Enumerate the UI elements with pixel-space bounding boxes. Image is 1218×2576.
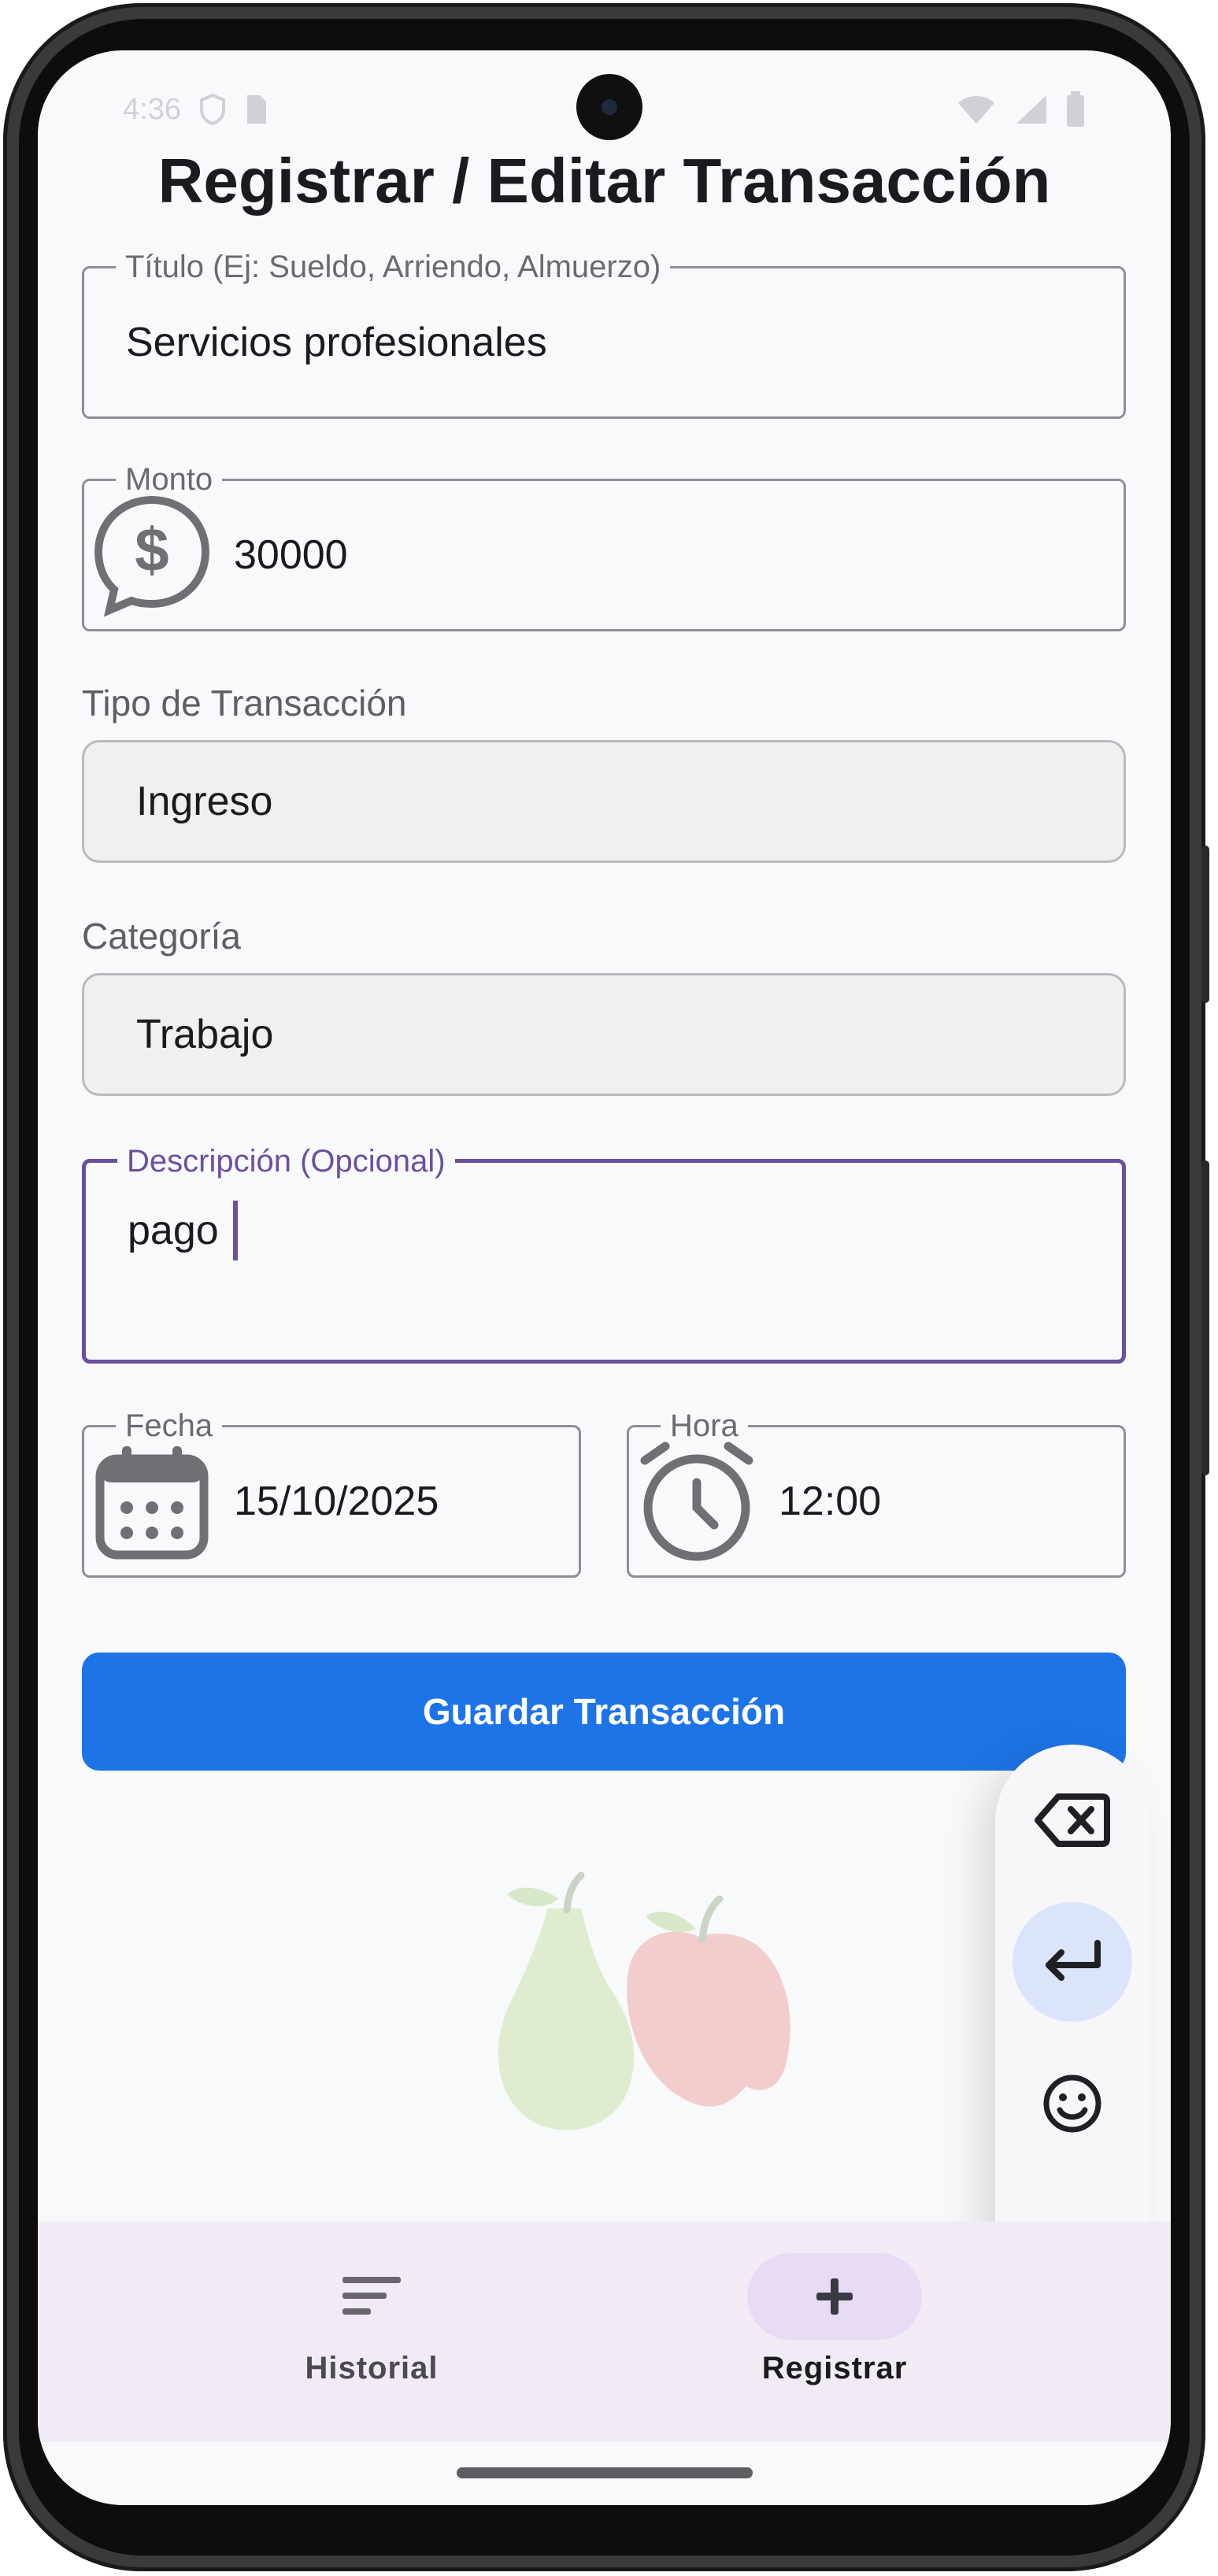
category-select[interactable]: Trabajo	[82, 973, 1126, 1096]
page-title: Registrar / Editar Transacción	[157, 146, 1051, 216]
fruit-illustration	[498, 1871, 790, 2130]
bottom-navigation: Historial Registrar	[38, 2222, 1171, 2442]
title-field[interactable]: Título (Ej: Sueldo, Arriendo, Almuerzo) …	[82, 248, 1126, 419]
history-list-icon	[342, 2277, 401, 2315]
emoji-icon	[1043, 2074, 1101, 2133]
nav-item-historial[interactable]: Historial	[214, 2253, 529, 2411]
shield-icon	[199, 94, 225, 125]
nav-label-registrar: Registrar	[761, 2351, 908, 2385]
description-field[interactable]: Descripción (Opcional) pago	[82, 1142, 1126, 1364]
text-caret	[232, 1201, 238, 1260]
home-indicator[interactable]	[457, 2467, 753, 2478]
nav-pill-historial	[284, 2253, 459, 2340]
emoji-key[interactable]	[1013, 2044, 1132, 2163]
enter-icon	[1046, 1940, 1101, 1981]
type-label: Tipo de Transacción	[82, 683, 407, 724]
clock-icon	[640, 1442, 753, 1561]
wifi-icon	[958, 96, 994, 124]
category-label: Categoría	[82, 916, 242, 957]
date-field-value: 15/10/2025	[234, 1479, 439, 1524]
amount-field-value: 30000	[234, 532, 348, 578]
amount-field[interactable]: Monto $ 30000	[82, 461, 1126, 631]
backspace-icon	[1035, 1793, 1110, 1847]
description-field-label: Descripción (Opcional)	[117, 1142, 455, 1180]
title-field-value: Servicios profesionales	[126, 320, 547, 365]
sim-icon	[246, 95, 266, 124]
type-select-value: Ingreso	[136, 779, 273, 824]
enter-key[interactable]	[1013, 1902, 1132, 2022]
status-time: 4:36	[123, 92, 181, 126]
type-select[interactable]: Ingreso	[82, 740, 1126, 863]
plus-icon	[816, 2278, 853, 2315]
description-field-value: pago	[128, 1208, 219, 1253]
time-field[interactable]: Hora 12:00	[627, 1407, 1126, 1578]
svg-text:$: $	[135, 515, 168, 584]
nav-label-historial: Historial	[305, 2351, 439, 2385]
save-transaction-button[interactable]: Guardar Transacción	[82, 1653, 1126, 1771]
category-select-value: Trabajo	[136, 1012, 274, 1057]
date-field[interactable]: Fecha 15/10/2025	[82, 1407, 581, 1578]
front-camera	[576, 74, 642, 140]
app-screen: 4:36 Registrar / Editar Transacción Títu	[38, 50, 1171, 2505]
nav-item-registrar[interactable]: Registrar	[677, 2253, 992, 2411]
dollar-icon: $	[94, 495, 210, 617]
power-button	[1201, 846, 1209, 1003]
calendar-icon	[95, 1446, 209, 1560]
nav-pill-registrar	[747, 2253, 922, 2340]
title-field-label: Título (Ej: Sueldo, Arriendo, Almuerzo)	[116, 248, 671, 286]
battery-icon	[1067, 91, 1084, 127]
signal-icon	[1016, 95, 1046, 124]
volume-button	[1201, 1160, 1209, 1475]
time-field-value: 12:00	[779, 1479, 882, 1524]
backspace-key[interactable]	[1013, 1760, 1132, 1880]
